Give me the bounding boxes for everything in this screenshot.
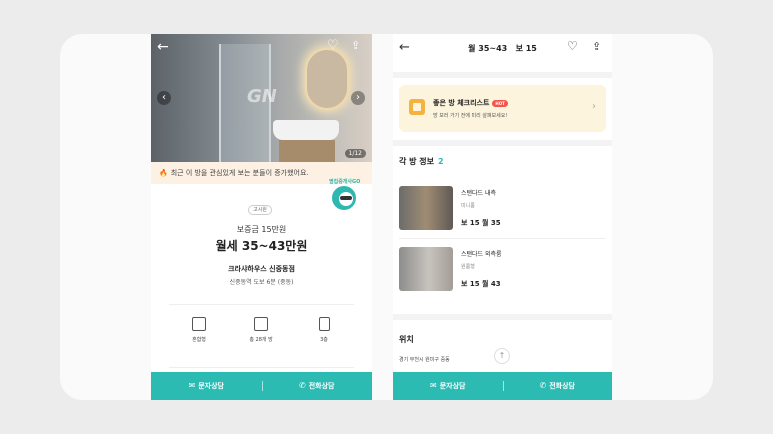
- spec-label: 3층: [320, 337, 328, 343]
- rooms-section-title: 각 방 정보 2: [399, 156, 444, 167]
- price-summary-title: 월 35~43 보 15: [468, 44, 537, 53]
- phone-icon: ✆: [539, 381, 547, 390]
- spec-label: 혼합형: [192, 337, 206, 343]
- checklist-title-text: 좋은 방 체크리스트: [433, 99, 490, 107]
- spec-label: 총 28개 방: [249, 337, 273, 343]
- checklist-subtitle: 방 보러 가기 전에 미리 살펴보세요!: [433, 113, 508, 119]
- message-label: 문자상담: [198, 382, 224, 390]
- section-gap: [393, 140, 612, 146]
- share-icon[interactable]: ⇪: [351, 39, 360, 52]
- section-gap: [393, 72, 612, 78]
- deposit-text: 보증금 15만원: [236, 225, 287, 234]
- section-gap: [393, 314, 612, 320]
- detail-screen: ← 월 35~43 보 15 ♡ ⇪ 좋은 방 체크리스트 HOT 방 보러 가기…: [393, 34, 612, 400]
- room-thumbnail: [399, 186, 453, 230]
- scroll-top-icon[interactable]: ↑: [494, 348, 510, 364]
- call-label: 전화상담: [308, 382, 335, 390]
- divider: [399, 238, 606, 239]
- floorplan-icon: [254, 317, 268, 331]
- spec-room-count: 총 28개 방: [231, 317, 291, 343]
- checklist-icon: [409, 99, 425, 115]
- room-type-badge: 고시원: [248, 205, 272, 215]
- photo-watermark: GN: [247, 86, 277, 107]
- room-name: 스탠다드 외측룸: [461, 251, 502, 258]
- mail-icon: ✉: [430, 381, 437, 390]
- detail-header: ← 월 35~43 보 15 ♡ ⇪: [393, 34, 612, 64]
- divider: [169, 304, 354, 305]
- photo-counter: 1/12: [344, 149, 366, 158]
- location-address: 경기 부천시 원미구 중동: [399, 357, 450, 363]
- mirror-illustration: [305, 48, 349, 110]
- room-price: 보 15 월 35: [461, 219, 501, 227]
- room-item[interactable]: 스탠다드 외측룸 원룸형 보 15 월 43: [393, 243, 612, 297]
- hot-badge: HOT: [492, 99, 508, 107]
- rooms-count: 2: [438, 157, 444, 166]
- listing-screen: GN ← ♡ ⇪ ‹ › 1/12 🔥 최근 이 방을 관심있게 보는 분들이 증…: [151, 34, 372, 400]
- contact-bar: ✉ 문자상담 ✆ 전화상담: [151, 372, 372, 400]
- spec-floor: 3층: [294, 317, 354, 343]
- phone-icon: ✆: [299, 381, 306, 390]
- good-room-checklist-banner[interactable]: 좋은 방 체크리스트 HOT 방 보러 가기 전에 미리 살펴보세요! ›: [399, 85, 606, 132]
- message-button[interactable]: ✉ 문자상담: [151, 372, 262, 400]
- prev-photo-icon[interactable]: ‹: [157, 91, 171, 105]
- room-price: 보 15 월 43: [461, 280, 501, 288]
- notice-text: 최근 이 방을 관심있게 보는 분들이 증가했어요.: [170, 169, 309, 177]
- call-button[interactable]: ✆ 전화상담: [262, 372, 373, 400]
- room-thumbnail: [399, 247, 453, 291]
- message-button[interactable]: ✉ 문자상담: [393, 372, 503, 400]
- message-label: 문자상담: [439, 382, 466, 390]
- sink-illustration: [273, 120, 339, 140]
- location-title: 위치: [399, 335, 414, 344]
- fire-icon: 🔥: [159, 169, 168, 177]
- building-icon: [318, 317, 330, 331]
- room-photo[interactable]: GN ← ♡ ⇪ ‹ › 1/12: [151, 34, 372, 162]
- cabinet-illustration: [279, 140, 335, 162]
- room-type: 원룸형: [461, 264, 475, 270]
- contact-bar: ✉ 문자상담 ✆ 전화상담: [393, 372, 612, 400]
- call-button[interactable]: ✆ 전화상담: [503, 372, 613, 400]
- room-name: 스탠다드 내측: [461, 190, 497, 197]
- heart-icon[interactable]: ♡: [567, 39, 578, 53]
- walk-info: 신중동역 도보 6분 (중동): [229, 279, 294, 286]
- checklist-title: 좋은 방 체크리스트 HOT: [433, 98, 508, 108]
- monthly-rent: 월세 35~43만원: [215, 239, 308, 253]
- heart-icon[interactable]: ♡: [327, 38, 339, 53]
- mail-icon: ✉: [188, 381, 196, 390]
- room-item[interactable]: 스탠다드 내측 미니룸 보 15 월 35: [393, 182, 612, 236]
- divider: [169, 367, 354, 368]
- rooms-title-text: 각 방 정보: [399, 157, 435, 166]
- next-photo-icon[interactable]: ›: [351, 91, 365, 105]
- spec-house-type: 혼합형: [169, 317, 229, 343]
- room-type: 미니룸: [461, 203, 475, 209]
- chevron-right-icon: ›: [592, 101, 596, 112]
- mascot-body: [330, 184, 358, 212]
- mascot-avatar[interactable]: 옆집중개사GO: [329, 178, 360, 212]
- share-icon[interactable]: ⇪: [592, 40, 601, 53]
- building-name: 크라샤하우스 신중동점: [228, 265, 295, 273]
- call-label: 전화상담: [549, 382, 575, 390]
- mascot-mask: [340, 196, 352, 200]
- back-arrow-icon[interactable]: ←: [157, 39, 169, 55]
- house-icon: [192, 317, 206, 331]
